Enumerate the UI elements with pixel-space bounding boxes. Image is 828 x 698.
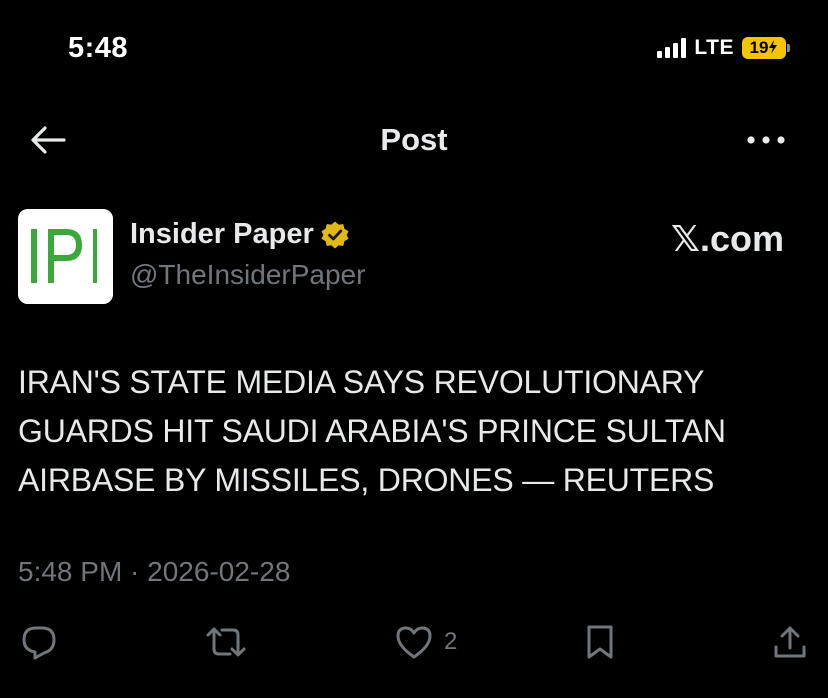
status-indicators: LTE 19 [657,36,790,60]
share-button[interactable] [772,618,808,666]
reply-button[interactable] [20,618,58,666]
post-body: IRAN'S STATE MEDIA SAYS REVOLUTIONARY GU… [18,358,808,505]
network-type: LTE [694,36,734,59]
battery-level: 19 [742,38,786,58]
author-handle[interactable]: @TheInsiderPaper [130,259,365,291]
avatar[interactable] [18,209,113,304]
like-count: 2 [444,628,458,655]
page-title: Post [380,122,448,157]
share-icon [774,626,806,658]
post-screen: 5:48 LTE 19 Post Insider Paper @TheInsid… [0,0,828,698]
reply-icon [22,626,56,660]
post-line: GUARDS HIT SAUDI ARABIA'S PRINCE SULTAN [18,413,726,449]
more-horizontal-icon [747,136,785,144]
post-timestamp[interactable]: 5:48 PM · 2026-02-28 [18,556,290,588]
action-bar: 2 [0,618,828,668]
like-button[interactable]: 2 [394,618,457,666]
heart-icon [396,626,432,659]
x-com-watermark: 𝕏.com [670,218,784,259]
post-line: AIRBASE BY MISSILES, DRONES — REUTERS [18,462,715,498]
cellular-signal-icon [657,38,687,58]
repost-button[interactable] [204,618,248,666]
post-line: IRAN'S STATE MEDIA SAYS REVOLUTIONARY [18,364,705,400]
bookmark-icon [587,625,613,659]
bookmark-button[interactable] [584,618,616,666]
more-options-button[interactable] [742,124,790,156]
status-time: 5:48 [68,32,129,64]
gold-verified-badge-icon [321,221,349,248]
repost-icon [206,627,246,657]
author-name[interactable]: Insider Paper [130,218,350,251]
battery-icon: 19 [742,37,790,59]
insider-paper-logo [18,209,113,304]
